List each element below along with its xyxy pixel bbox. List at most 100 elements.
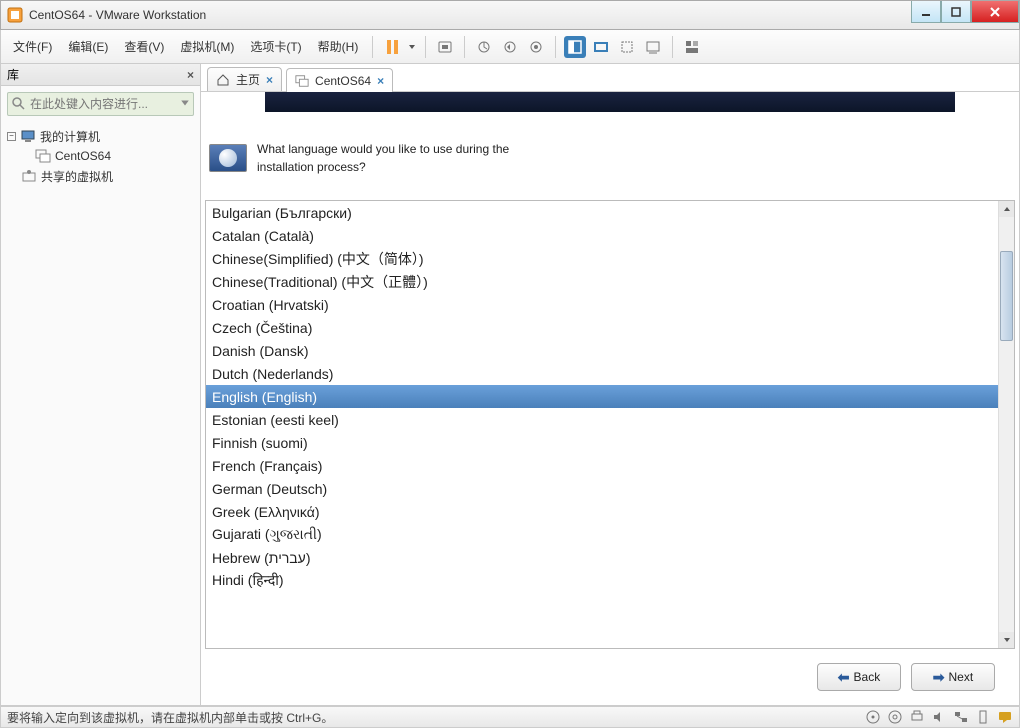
toolbar-separator bbox=[425, 36, 426, 58]
menu-vm[interactable]: 虚拟机(M) bbox=[174, 34, 240, 59]
tab-label: CentOS64 bbox=[315, 74, 371, 88]
cd-icon[interactable] bbox=[887, 709, 903, 725]
menu-file[interactable]: 文件(F) bbox=[7, 34, 58, 59]
printer-icon[interactable] bbox=[909, 709, 925, 725]
language-item[interactable]: French (Français) bbox=[206, 454, 998, 477]
search-dropdown-icon[interactable] bbox=[180, 98, 190, 108]
scroll-up-icon[interactable] bbox=[999, 201, 1014, 217]
fullscreen-icon[interactable] bbox=[564, 36, 586, 58]
minimize-button[interactable] bbox=[911, 1, 941, 23]
window-titlebar: CentOS64 - VMware Workstation bbox=[0, 0, 1020, 30]
content-area: 主页 × CentOS64 × What language would you … bbox=[201, 64, 1019, 705]
toolbar-separator bbox=[372, 36, 373, 58]
language-item[interactable]: Chinese(Traditional) (中文（正體）) bbox=[206, 270, 998, 293]
message-icon[interactable] bbox=[997, 709, 1013, 725]
toolbar-separator bbox=[672, 36, 673, 58]
language-item[interactable]: Chinese(Simplified) (中文（简体）) bbox=[206, 247, 998, 270]
pause-button[interactable] bbox=[381, 36, 403, 58]
window-title: CentOS64 - VMware Workstation bbox=[29, 8, 911, 22]
tab-home[interactable]: 主页 × bbox=[207, 67, 282, 91]
tree-node-shared[interactable]: 共享的虚拟机 bbox=[7, 166, 194, 186]
disk-icon[interactable] bbox=[865, 709, 881, 725]
language-item[interactable]: Hebrew (עברית) bbox=[206, 546, 998, 569]
tab-bar: 主页 × CentOS64 × bbox=[201, 64, 1019, 92]
tree-node-my-computer[interactable]: − 我的计算机 bbox=[7, 126, 194, 146]
language-item[interactable]: Finnish (suomi) bbox=[206, 431, 998, 454]
language-list[interactable]: Bulgarian (Български)Catalan (Català)Chi… bbox=[206, 201, 998, 648]
language-item[interactable]: Estonian (eesti keel) bbox=[206, 408, 998, 431]
send-ctrl-alt-del-icon[interactable] bbox=[434, 36, 456, 58]
arrow-right-icon: ➡ bbox=[933, 669, 945, 686]
sidebar-title: 库 bbox=[7, 66, 19, 83]
scroll-down-icon[interactable] bbox=[999, 632, 1014, 648]
power-dropdown[interactable] bbox=[407, 36, 417, 58]
flag-icon bbox=[209, 144, 247, 172]
unity-icon[interactable] bbox=[590, 36, 612, 58]
language-item[interactable]: English (English) bbox=[206, 385, 998, 408]
snapshot-manager-icon[interactable] bbox=[525, 36, 547, 58]
sidebar-close-icon[interactable]: × bbox=[187, 68, 194, 82]
tab-centos[interactable]: CentOS64 × bbox=[286, 68, 393, 92]
language-item[interactable]: Catalan (Català) bbox=[206, 224, 998, 247]
menu-tabs[interactable]: 选项卡(T) bbox=[244, 34, 307, 59]
arrow-left-icon: ⬅ bbox=[838, 669, 850, 686]
scroll-thumb[interactable] bbox=[1000, 251, 1013, 341]
expander-icon[interactable]: − bbox=[7, 132, 16, 141]
tree-node-centos[interactable]: CentOS64 bbox=[7, 146, 194, 166]
language-item[interactable]: Czech (Čeština) bbox=[206, 316, 998, 339]
tree-label: CentOS64 bbox=[55, 149, 111, 163]
toolbar-separator bbox=[555, 36, 556, 58]
app-icon bbox=[7, 7, 23, 23]
menubar: 文件(F) 编辑(E) 查看(V) 虚拟机(M) 选项卡(T) 帮助(H) bbox=[0, 30, 1020, 64]
vm-icon bbox=[35, 148, 51, 164]
next-button[interactable]: ➡Next bbox=[911, 663, 995, 691]
close-button[interactable] bbox=[971, 1, 1019, 23]
language-question: What language would you like to use duri… bbox=[257, 140, 509, 176]
nav-buttons: ⬅Back ➡Next bbox=[201, 649, 1019, 705]
scrollbar[interactable] bbox=[998, 201, 1014, 648]
maximize-button[interactable] bbox=[941, 1, 971, 23]
language-item[interactable]: Greek (Ελληνικά) bbox=[206, 500, 998, 523]
back-button[interactable]: ⬅Back bbox=[817, 663, 901, 691]
status-tray bbox=[865, 709, 1013, 725]
language-item[interactable]: Bulgarian (Български) bbox=[206, 201, 998, 224]
main-area: 库 × − 我的计算机 CentOS64 共享的虚拟机 bbox=[0, 64, 1020, 706]
thumbnail-icon[interactable] bbox=[681, 36, 703, 58]
vm-tab-icon bbox=[295, 74, 309, 88]
language-item[interactable]: Dutch (Nederlands) bbox=[206, 362, 998, 385]
console-icon[interactable] bbox=[642, 36, 664, 58]
installer-banner bbox=[265, 92, 955, 112]
snapshot-take-icon[interactable] bbox=[473, 36, 495, 58]
statusbar: 要将输入定向到该虚拟机，请在虚拟机内部单击或按 Ctrl+G。 bbox=[0, 706, 1020, 728]
network-icon[interactable] bbox=[953, 709, 969, 725]
sound-icon[interactable] bbox=[931, 709, 947, 725]
snapshot-revert-icon[interactable] bbox=[499, 36, 521, 58]
status-text: 要将输入定向到该虚拟机，请在虚拟机内部单击或按 Ctrl+G。 bbox=[7, 709, 333, 726]
sidebar-search bbox=[7, 92, 194, 116]
tab-label: 主页 bbox=[236, 71, 260, 88]
language-item[interactable]: Hindi (हिन्दी) bbox=[206, 569, 998, 592]
computer-icon bbox=[20, 128, 36, 144]
sidebar-header: 库 × bbox=[1, 64, 200, 86]
library-tree: − 我的计算机 CentOS64 共享的虚拟机 bbox=[1, 122, 200, 190]
sidebar: 库 × − 我的计算机 CentOS64 共享的虚拟机 bbox=[1, 64, 201, 705]
search-input[interactable] bbox=[7, 92, 194, 116]
search-icon bbox=[11, 96, 25, 110]
language-item[interactable]: German (Deutsch) bbox=[206, 477, 998, 500]
menu-view[interactable]: 查看(V) bbox=[118, 34, 170, 59]
menu-edit[interactable]: 编辑(E) bbox=[62, 34, 114, 59]
tab-close-icon[interactable]: × bbox=[377, 74, 384, 88]
tree-label: 我的计算机 bbox=[40, 128, 100, 145]
language-item[interactable]: Gujarati (ગુજરાતી) bbox=[206, 523, 998, 546]
tab-close-icon[interactable]: × bbox=[266, 73, 273, 87]
language-header: What language would you like to use duri… bbox=[205, 140, 1019, 176]
language-item[interactable]: Danish (Dansk) bbox=[206, 339, 998, 362]
vm-display[interactable]: What language would you like to use duri… bbox=[201, 92, 1019, 705]
usb-icon[interactable] bbox=[975, 709, 991, 725]
menu-help[interactable]: 帮助(H) bbox=[312, 34, 365, 59]
shared-icon bbox=[21, 168, 37, 184]
language-item[interactable]: Croatian (Hrvatski) bbox=[206, 293, 998, 316]
language-list-container: Bulgarian (Български)Catalan (Català)Chi… bbox=[205, 200, 1015, 649]
tree-label: 共享的虚拟机 bbox=[41, 168, 113, 185]
stretch-icon[interactable] bbox=[616, 36, 638, 58]
